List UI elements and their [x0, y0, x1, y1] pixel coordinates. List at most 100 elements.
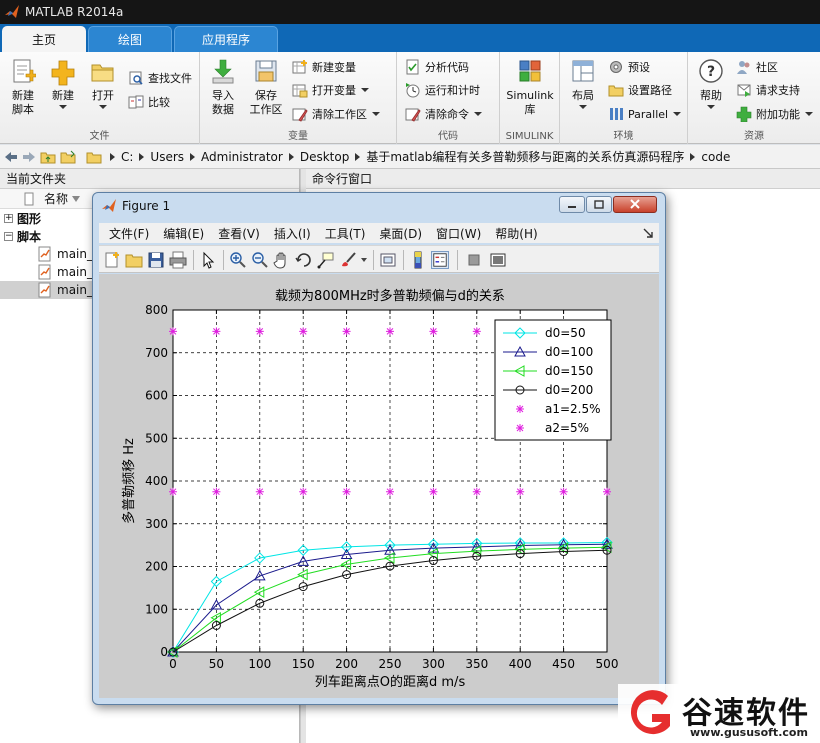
y-tick-label: 500 — [145, 431, 168, 445]
collapse-icon[interactable]: − — [4, 231, 13, 241]
y-tick-label: 200 — [145, 560, 168, 574]
open-variable-button[interactable]: 打开变量 — [292, 80, 369, 100]
back-arrow-icon[interactable] — [4, 150, 18, 164]
brand-url: www.gususoft.com — [690, 726, 808, 739]
edit-plot-arrow-icon[interactable] — [199, 251, 217, 269]
y-tick-label: 600 — [145, 389, 168, 403]
x-tick-label: 50 — [209, 657, 224, 671]
zoom-out-icon[interactable] — [251, 251, 269, 269]
menu-view[interactable]: 查看(V) — [218, 225, 260, 242]
request-support-icon — [737, 84, 751, 97]
save-figure-icon[interactable] — [147, 251, 165, 269]
data-point — [472, 327, 481, 336]
breadcrumb-code[interactable]: code — [701, 150, 730, 164]
dock-arrow-icon[interactable] — [643, 228, 653, 238]
menu-help[interactable]: 帮助(H) — [495, 225, 537, 242]
ribbon-tab-bar: 主页 绘图 应用程序 — [0, 24, 820, 52]
analyze-code-button[interactable]: 分析代码 — [405, 57, 469, 77]
clear-commands-button[interactable]: 清除命令 — [405, 104, 482, 124]
x-tick-label: 300 — [422, 657, 445, 671]
hide-plot-tools-icon[interactable] — [465, 251, 483, 269]
open-button[interactable]: 打开 — [84, 58, 122, 109]
set-path-button[interactable]: 设置路径 — [608, 80, 672, 100]
section-label-file: 文件 — [89, 131, 110, 142]
browse-folder-icon[interactable] — [60, 150, 76, 164]
menu-edit[interactable]: 编辑(E) — [163, 225, 204, 242]
new-script-button[interactable]: 新建 脚本 — [4, 58, 42, 117]
data-point — [342, 487, 351, 496]
simulink-library-button[interactable]: Simulink 库 — [504, 58, 556, 117]
save-workspace-button[interactable]: 保存 工作区 — [246, 58, 286, 117]
minimize-icon — [568, 206, 576, 208]
ribbon-section-variable: 导入 数据 保存 工作区 新建变量 打开变量 清除工作区 变量 — [200, 52, 397, 144]
x-tick-label: 500 — [596, 657, 619, 671]
menu-tools[interactable]: 工具(T) — [325, 225, 366, 242]
maximize-button[interactable] — [586, 196, 612, 213]
legend-icon[interactable] — [431, 251, 449, 269]
help-button[interactable]: ? 帮助 — [692, 58, 730, 109]
link-plot-icon[interactable] — [379, 251, 397, 269]
expand-icon[interactable]: + — [4, 213, 13, 223]
menu-file[interactable]: 文件(F) — [109, 225, 149, 242]
breadcrumb-drive[interactable]: C: — [121, 150, 133, 164]
new-figure-icon[interactable] — [103, 251, 121, 269]
addons-button[interactable]: 附加功能 — [736, 104, 813, 124]
file-item-label: main_ — [57, 283, 93, 297]
layout-button[interactable]: 布局 — [564, 58, 602, 109]
current-folder-title: 当前文件夹 — [6, 172, 67, 186]
breadcrumb-users[interactable]: Users — [150, 150, 184, 164]
clear-workspace-label: 清除工作区 — [312, 108, 367, 121]
command-window-title: 命令行窗口 — [312, 172, 373, 186]
forward-arrow-icon[interactable] — [22, 150, 36, 164]
rotate-3d-icon[interactable] — [295, 251, 313, 269]
new-variable-button[interactable]: 新建变量 — [292, 57, 356, 77]
new-button[interactable]: 新建 — [44, 58, 82, 109]
menu-insert[interactable]: 插入(I) — [274, 225, 311, 242]
import-data-button[interactable]: 导入 数据 — [204, 58, 242, 117]
data-point — [429, 487, 438, 496]
zoom-in-icon[interactable] — [229, 251, 247, 269]
tab-home[interactable]: 主页 — [2, 26, 86, 52]
data-point — [429, 327, 438, 336]
up-folder-icon[interactable] — [40, 150, 56, 164]
community-button[interactable]: 社区 — [736, 57, 778, 77]
brush-icon[interactable] — [339, 251, 357, 269]
analyze-code-label: 分析代码 — [425, 61, 469, 74]
find-files-button[interactable]: 查找文件 — [128, 68, 192, 88]
show-plot-tools-icon[interactable] — [489, 251, 507, 269]
figure-title-bar[interactable]: Figure 1 — [93, 193, 665, 219]
minimize-button[interactable] — [559, 196, 585, 213]
tab-plots[interactable]: 绘图 — [88, 26, 172, 52]
brush-dropdown-icon[interactable] — [361, 258, 367, 262]
data-cursor-icon[interactable] — [317, 251, 335, 269]
clear-workspace-button[interactable]: 清除工作区 — [292, 104, 380, 124]
new-variable-icon — [292, 60, 307, 74]
breadcrumb-administrator[interactable]: Administrator — [201, 150, 283, 164]
breadcrumb-project-folder[interactable]: 基于matlab编程有关多普勒频移与距离的关系仿真源码程序 — [366, 148, 684, 165]
run-and-time-button[interactable]: 运行和计时 — [405, 80, 480, 100]
community-icon — [737, 61, 750, 74]
compare-button[interactable]: 比较 — [128, 92, 170, 112]
breadcrumb-desktop[interactable]: Desktop — [300, 150, 350, 164]
menu-desktop[interactable]: 桌面(D) — [379, 225, 422, 242]
preferences-button[interactable]: 预设 — [608, 57, 650, 77]
pan-hand-icon[interactable] — [273, 251, 291, 269]
legend-marker — [516, 405, 524, 413]
open-file-icon[interactable] — [125, 251, 143, 269]
request-support-button[interactable]: 请求支持 — [736, 80, 800, 100]
name-column-label[interactable]: 名称 — [44, 190, 68, 207]
close-button[interactable] — [613, 196, 657, 213]
addons-icon — [736, 106, 752, 122]
data-point — [386, 327, 394, 336]
colorbar-icon[interactable] — [409, 251, 427, 269]
doppler-chart[interactable]: 0 50 100 150 200 250 300 350 400 450 500 0 100 200 300… — [99, 274, 659, 698]
legend-marker — [516, 424, 524, 432]
tab-apps[interactable]: 应用程序 — [174, 26, 278, 52]
svg-text:?: ? — [707, 64, 715, 80]
print-figure-icon[interactable] — [169, 251, 187, 269]
figure-canvas[interactable]: 0 50 100 150 200 250 300 350 400 450 500 0 100 200 300… — [99, 274, 659, 698]
menu-window[interactable]: 窗口(W) — [436, 225, 481, 242]
parallel-button[interactable]: Parallel — [608, 104, 682, 124]
data-point — [472, 487, 481, 496]
command-window-header: 命令行窗口 — [306, 169, 820, 189]
